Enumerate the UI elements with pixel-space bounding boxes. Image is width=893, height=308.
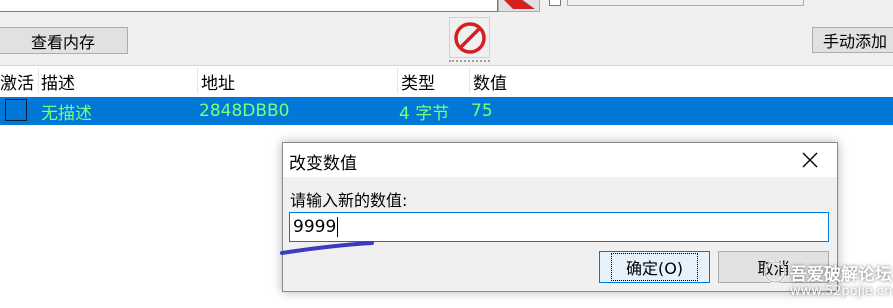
annotation-underline <box>280 241 374 255</box>
option-field[interactable] <box>567 0 804 6</box>
column-divider[interactable] <box>397 68 398 94</box>
ok-label: 确定(O) <box>610 253 699 281</box>
close-button[interactable] <box>799 149 821 171</box>
add-manual-label: 手动添加 <box>823 32 888 51</box>
arrow-button[interactable] <box>498 0 540 12</box>
column-header-description[interactable]: 描述 <box>41 66 196 96</box>
table-row[interactable]: 无描述 2848DBB0 4 字节 75 <box>0 97 893 125</box>
column-divider[interactable] <box>38 68 39 94</box>
view-memory-button[interactable]: 查看内存 <box>0 27 128 54</box>
red-arrow-icon <box>504 0 535 9</box>
clear-list-button[interactable] <box>449 17 490 58</box>
watermark: 吾爱破解论坛 www.52pojie.cn <box>760 258 893 308</box>
view-memory-label: 查看内存 <box>30 32 95 52</box>
column-header-type[interactable]: 类型 <box>401 66 469 96</box>
dialog-title-bar[interactable]: 改变数值 <box>283 143 837 177</box>
no-entry-icon <box>454 22 486 54</box>
row-description: 无描述 <box>41 103 92 124</box>
option-checkbox[interactable] <box>549 0 561 6</box>
row-value: 75 <box>471 101 493 121</box>
watermark-url: www.52pojie.cn <box>790 284 893 299</box>
address-input[interactable] <box>0 0 498 12</box>
close-icon <box>802 152 818 168</box>
column-header-active[interactable]: 激活 <box>0 66 38 96</box>
new-value-text: 9999 <box>293 217 337 237</box>
active-checkbox[interactable] <box>5 99 27 121</box>
dialog-title: 改变数值 <box>289 154 357 174</box>
watermark-text: 吾爱破解论坛 <box>790 265 892 285</box>
column-divider[interactable] <box>197 68 198 94</box>
forum-logo-icon <box>763 260 787 284</box>
row-type: 4 字节 <box>399 103 450 124</box>
change-value-dialog: 改变数值 请输入新的数值: 9999 确定(O) 取消 <box>282 142 838 292</box>
column-header-address[interactable]: 地址 <box>201 66 396 96</box>
ok-button[interactable]: 确定(O) <box>599 251 710 283</box>
text-caret <box>337 217 339 237</box>
column-divider[interactable] <box>469 68 470 94</box>
dialog-prompt: 请输入新的数值: <box>290 191 408 210</box>
add-address-manually-button[interactable]: 手动添加 <box>812 27 893 53</box>
column-header-value[interactable]: 数值 <box>473 66 593 96</box>
row-address: 2848DBB0 <box>199 101 290 121</box>
